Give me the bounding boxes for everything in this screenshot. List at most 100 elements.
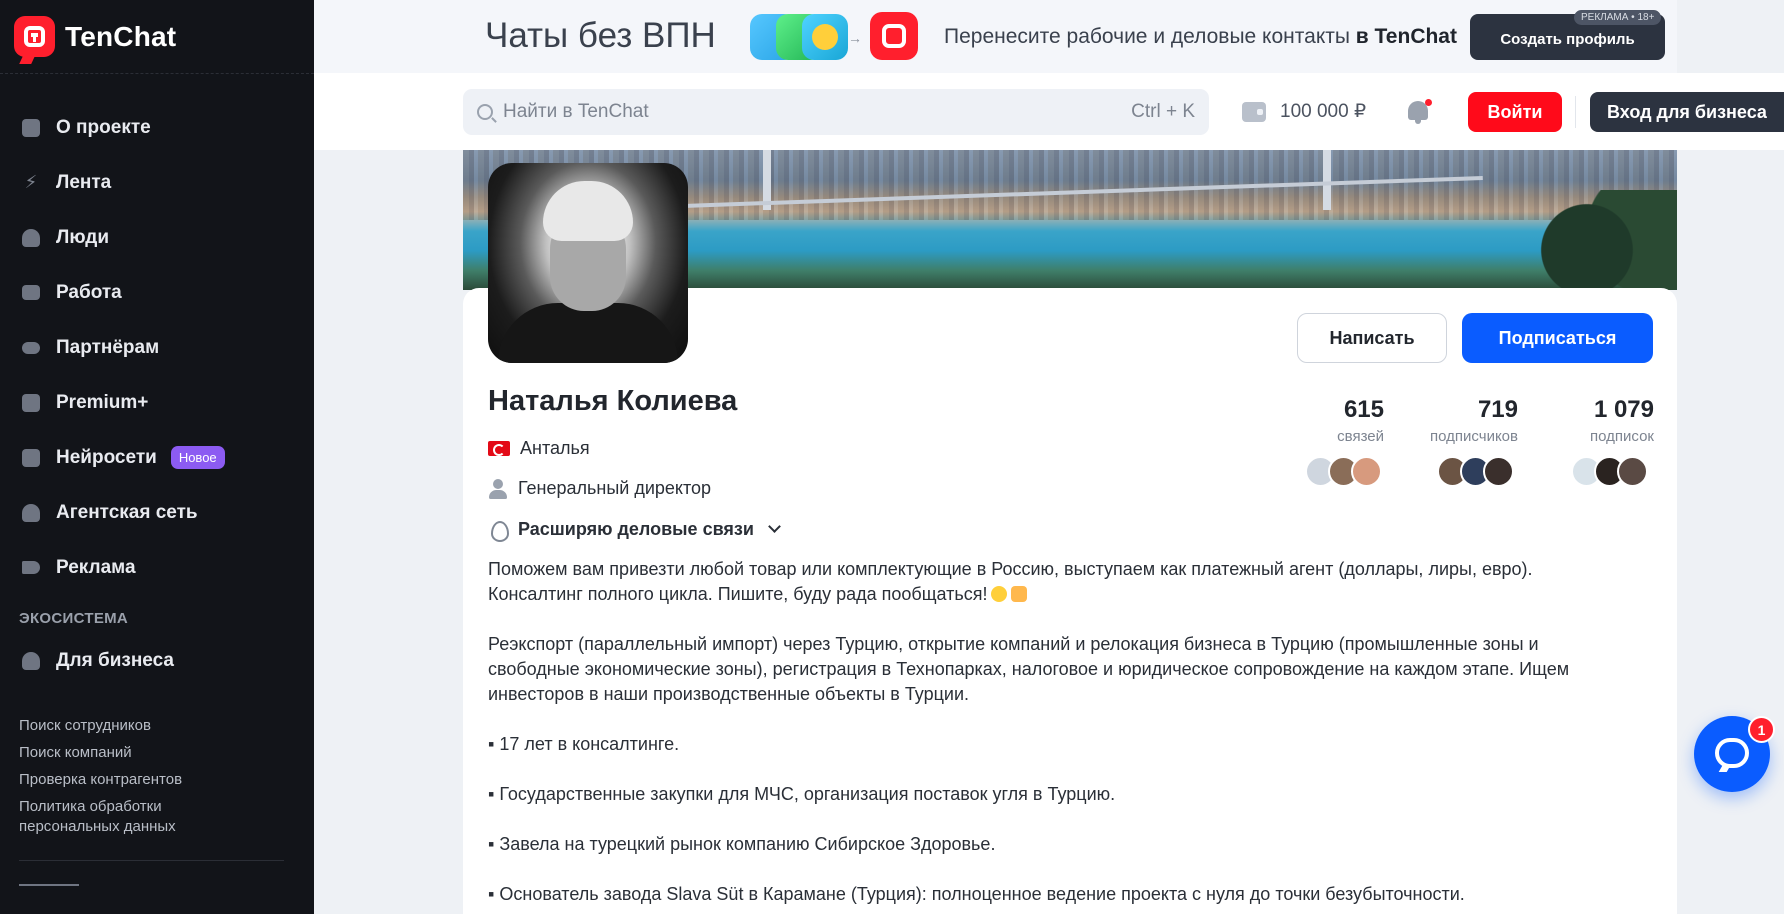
sidebar-item-partners[interactable]: Партнёрам <box>0 320 314 375</box>
bio-line: свободные экономические зоны), регистрац… <box>488 659 1570 679</box>
divider <box>1575 96 1576 128</box>
logo-text: TenChat <box>65 20 177 52</box>
ad-title: Чаты без ВПН <box>485 16 716 55</box>
bio-bullet: ▪ 17 лет в консалтинге. <box>488 734 680 754</box>
tenchat-app-icon <box>870 12 918 60</box>
footer-links: Поиск сотрудников Поиск компаний Проверк… <box>19 712 182 837</box>
search-placeholder: Найти в TenChat <box>503 101 649 122</box>
ai-icon <box>20 447 42 469</box>
sidebar-item-label: Нейросети <box>56 446 157 468</box>
login-button[interactable]: Войти <box>1468 92 1562 132</box>
stat-value: 1 079 <box>1593 396 1654 423</box>
sidebar-item-label: Лента <box>56 171 112 193</box>
subscriptions-avatars[interactable] <box>1571 456 1648 487</box>
turkey-flag-icon <box>488 441 510 456</box>
notification-dot <box>1425 99 1432 106</box>
sidebar-item-people[interactable]: Люди <box>0 210 314 265</box>
top-header: Найти в TenChat Ctrl + K 100 000 ₽ Войти… <box>314 73 1784 150</box>
ecosystem-heading: ЭКОСИСТЕМА <box>19 610 129 627</box>
messenger-icons <box>750 10 858 64</box>
bio-bullet: ▪ Завела на турецкий рынок компанию Сиби… <box>488 834 996 854</box>
search-icon <box>477 104 493 120</box>
handshake-icon <box>20 337 42 359</box>
stat-value: 615 <box>1343 396 1384 423</box>
megaphone-icon <box>20 557 42 579</box>
sidebar-item-ai[interactable]: Нейросети Новое <box>0 430 314 485</box>
sidebar-item-business[interactable]: Для бизнеса <box>0 633 174 688</box>
profile-city: Анталья <box>488 438 590 459</box>
bio-line: инвесторов в наши производственные объек… <box>488 684 970 704</box>
bio-line: Поможем вам привезти любой товар или ком… <box>488 559 1533 579</box>
stat-label: подписок <box>1590 428 1654 445</box>
sidebar-item-label: О проекте <box>56 116 151 138</box>
avatar <box>1483 456 1514 487</box>
bio-line-with-emoji: Консалтинг полного цикла. Пишите, буду р… <box>488 582 1648 607</box>
sidebar-item-ads[interactable]: Реклама <box>0 540 314 595</box>
stat-label: подписчиков <box>1430 428 1518 445</box>
position-text: Генеральный директор <box>518 478 712 498</box>
ad-banner[interactable]: Чаты без ВПН → Перенесите рабочие и дело… <box>314 0 1677 73</box>
logo[interactable]: TenChat <box>14 16 176 57</box>
sidebar-item-label: Партнёрам <box>56 336 160 358</box>
person-icon <box>488 478 508 499</box>
search-shortcut: Ctrl + K <box>1131 101 1195 122</box>
divider <box>0 73 314 74</box>
subscribe-button[interactable]: Подписаться <box>1462 313 1653 363</box>
chat-bubble-icon <box>1715 738 1749 768</box>
stat-connections[interactable]: 615 связей <box>1318 396 1384 445</box>
business-login-button[interactable]: Вход для бизнеса <box>1590 92 1784 132</box>
info-icon <box>20 117 42 139</box>
balance-value: 100 000 ₽ <box>1280 101 1367 122</box>
sidebar-item-work[interactable]: Работа <box>0 265 314 320</box>
bio-bullet: ▪ Государственные закупки для МЧС, орган… <box>488 784 1116 804</box>
notifications-bell-icon[interactable] <box>1406 99 1432 125</box>
profile-name: Наталья Колиева <box>488 385 738 417</box>
wallet-balance[interactable]: 100 000 ₽ <box>1242 100 1366 123</box>
stat-value: 719 <box>1477 396 1518 423</box>
connections-avatars[interactable] <box>1305 456 1382 487</box>
sidebar-nav: О проекте ⚡ Лента Люди Работа Партнёрам … <box>0 100 314 595</box>
tenchat-logo-icon <box>14 16 55 57</box>
crying-emoji-icon <box>802 14 848 60</box>
people-icon <box>20 227 42 249</box>
footer-link-employees[interactable]: Поиск сотрудников <box>19 712 182 739</box>
ad-text-bold: в TenChat <box>1355 25 1457 48</box>
stat-subscriptions[interactable]: 1 079 подписок <box>1570 396 1654 445</box>
followers-avatars[interactable] <box>1437 456 1514 487</box>
search-input[interactable]: Найти в TenChat Ctrl + K <box>463 89 1209 135</box>
footer-link-companies[interactable]: Поиск компаний <box>19 739 182 766</box>
bio-bullet: ▪ Основатель завода Slava Süt в Карамане… <box>488 884 1465 904</box>
sidebar-item-label: Реклама <box>56 556 136 578</box>
status-text: Расширяю деловые связи <box>518 518 754 539</box>
chat-button[interactable]: 1 <box>1694 716 1775 792</box>
sidebar-item-label: Premium+ <box>56 391 149 413</box>
footer-link-privacy-line2: персональных данных <box>19 818 176 835</box>
profile-bio: Поможем вам привезти любой товар или ком… <box>488 557 1648 907</box>
lightning-icon: ⚡ <box>24 172 38 192</box>
profile-position: Генеральный директор <box>488 478 711 499</box>
person-icon <box>20 650 42 672</box>
footer-link-privacy-line1: Политика обработки <box>19 798 162 815</box>
stat-followers[interactable]: 719 подписчиков <box>1410 396 1518 445</box>
arrow-right-icon: → <box>848 30 862 46</box>
new-badge: Новое <box>170 446 225 469</box>
wallet-icon <box>1242 101 1266 122</box>
sidebar-item-premium[interactable]: Premium+ <box>0 375 314 430</box>
footer-link-privacy[interactable]: Политика обработки персональных данных <box>19 797 182 837</box>
bio-line: Консалтинг полного цикла. Пишите, буду р… <box>488 584 988 604</box>
briefcase-icon <box>20 282 42 304</box>
chevron-down-icon <box>768 520 781 533</box>
sidebar-item-agency[interactable]: Агентская сеть <box>0 485 314 540</box>
smile-emoji-icon <box>991 586 1008 602</box>
sidebar-item-label: Агентская сеть <box>56 501 198 523</box>
profile-status[interactable]: Расширяю деловые связи <box>488 518 781 542</box>
footer-link-counterparties[interactable]: Проверка контрагентов <box>19 766 182 793</box>
write-message-button[interactable]: Написать <box>1297 313 1447 363</box>
sidebar-item-feed[interactable]: ⚡ Лента <box>0 155 314 210</box>
bio-line: Реэкспорт (параллельный импорт) через Ту… <box>488 634 1539 654</box>
avatar[interactable] <box>488 163 688 363</box>
ad-text: Перенесите рабочие и деловые контакты в … <box>944 25 1457 49</box>
sidebar-item-label: Работа <box>56 281 122 303</box>
sidebar-item-about[interactable]: О проекте <box>0 100 314 155</box>
unread-count-badge: 1 <box>1748 716 1775 743</box>
